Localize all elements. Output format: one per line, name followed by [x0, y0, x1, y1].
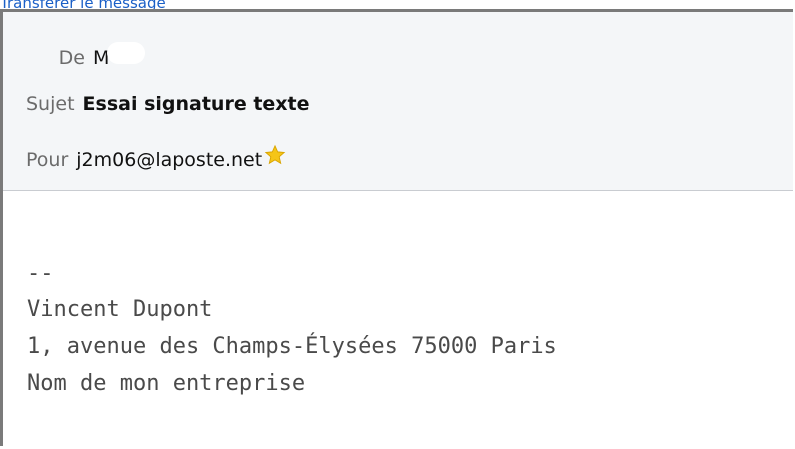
subject-label: Sujet	[26, 93, 75, 115]
star-icon[interactable]	[264, 144, 286, 166]
from-row: De M	[3, 42, 146, 72]
from-label: De	[58, 47, 85, 69]
to-label: Pour	[26, 149, 69, 171]
message-body: -- Vincent Dupont 1, avenue des Champs-É…	[3, 191, 793, 449]
to-value[interactable]: j2m06@laposte.net	[76, 149, 262, 171]
signature-address: 1, avenue des Champs-Élysées 75000 Paris	[27, 334, 557, 359]
subject-value: Essai signature texte	[82, 93, 310, 115]
to-row: Pour j2m06@laposte.net	[3, 144, 286, 174]
message-window: De M Sujet Essai signature texte Pour j2…	[0, 9, 793, 449]
signature-name: Vincent Dupont	[27, 297, 213, 322]
redacted-sender	[107, 42, 146, 64]
subject-row: Sujet Essai signature texte	[3, 93, 310, 123]
message-header: De M Sujet Essai signature texte Pour j2…	[3, 12, 793, 191]
signature-separator: --	[27, 261, 54, 286]
signature-company: Nom de mon entreprise	[27, 371, 306, 396]
